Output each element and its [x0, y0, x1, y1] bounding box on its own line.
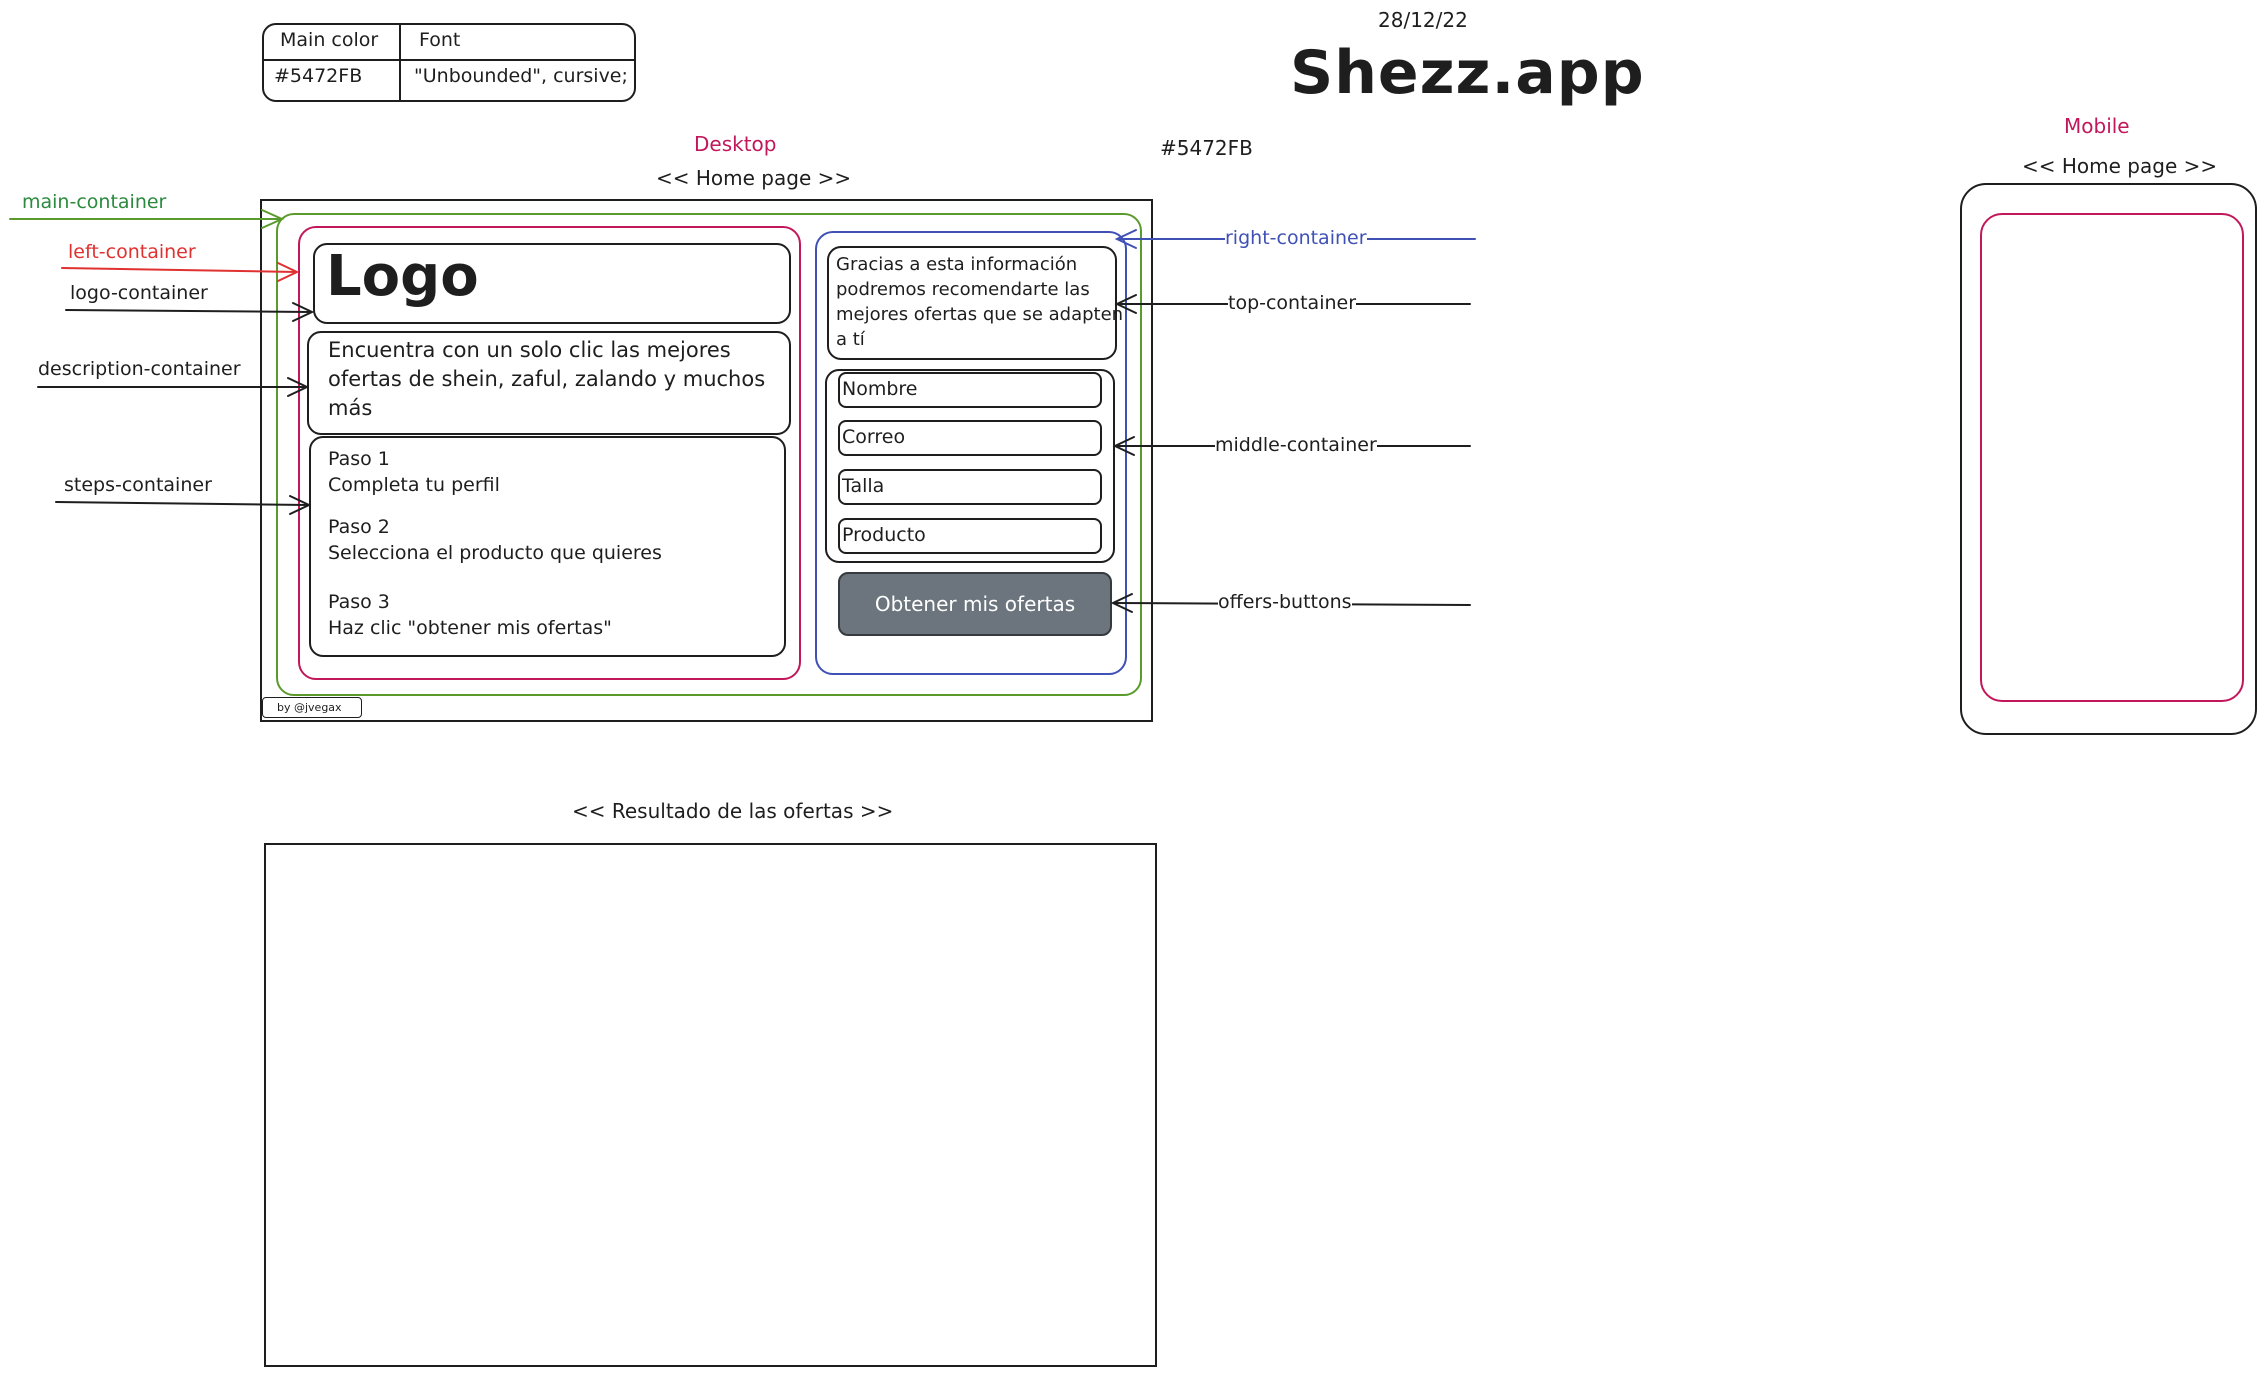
arrow-steps-container	[55, 501, 309, 506]
arrow-logo-container	[65, 309, 312, 313]
annotation-logo-container: logo-container	[70, 282, 208, 304]
annotation-right-container: right-container	[1225, 227, 1367, 249]
arrow-left-container	[61, 267, 297, 273]
annotation-middle-container: middle-container	[1215, 434, 1377, 456]
annotation-description-container: description-container	[38, 358, 241, 380]
mobile-page-label: << Home page >>	[2022, 154, 2218, 178]
mobile-section-label: Mobile	[2064, 114, 2130, 138]
annotation-left-container: left-container	[68, 241, 196, 263]
mobile-inner-container	[1980, 213, 2244, 702]
results-page-label: << Resultado de las ofertas >>	[572, 799, 894, 823]
annotation-top-container: top-container	[1228, 292, 1357, 314]
annotation-offers-buttons: offers-buttons	[1218, 591, 1352, 613]
annotation-main-container: main-container	[22, 191, 167, 213]
annotation-steps-container: steps-container	[64, 474, 212, 496]
results-frame	[264, 843, 1157, 1367]
